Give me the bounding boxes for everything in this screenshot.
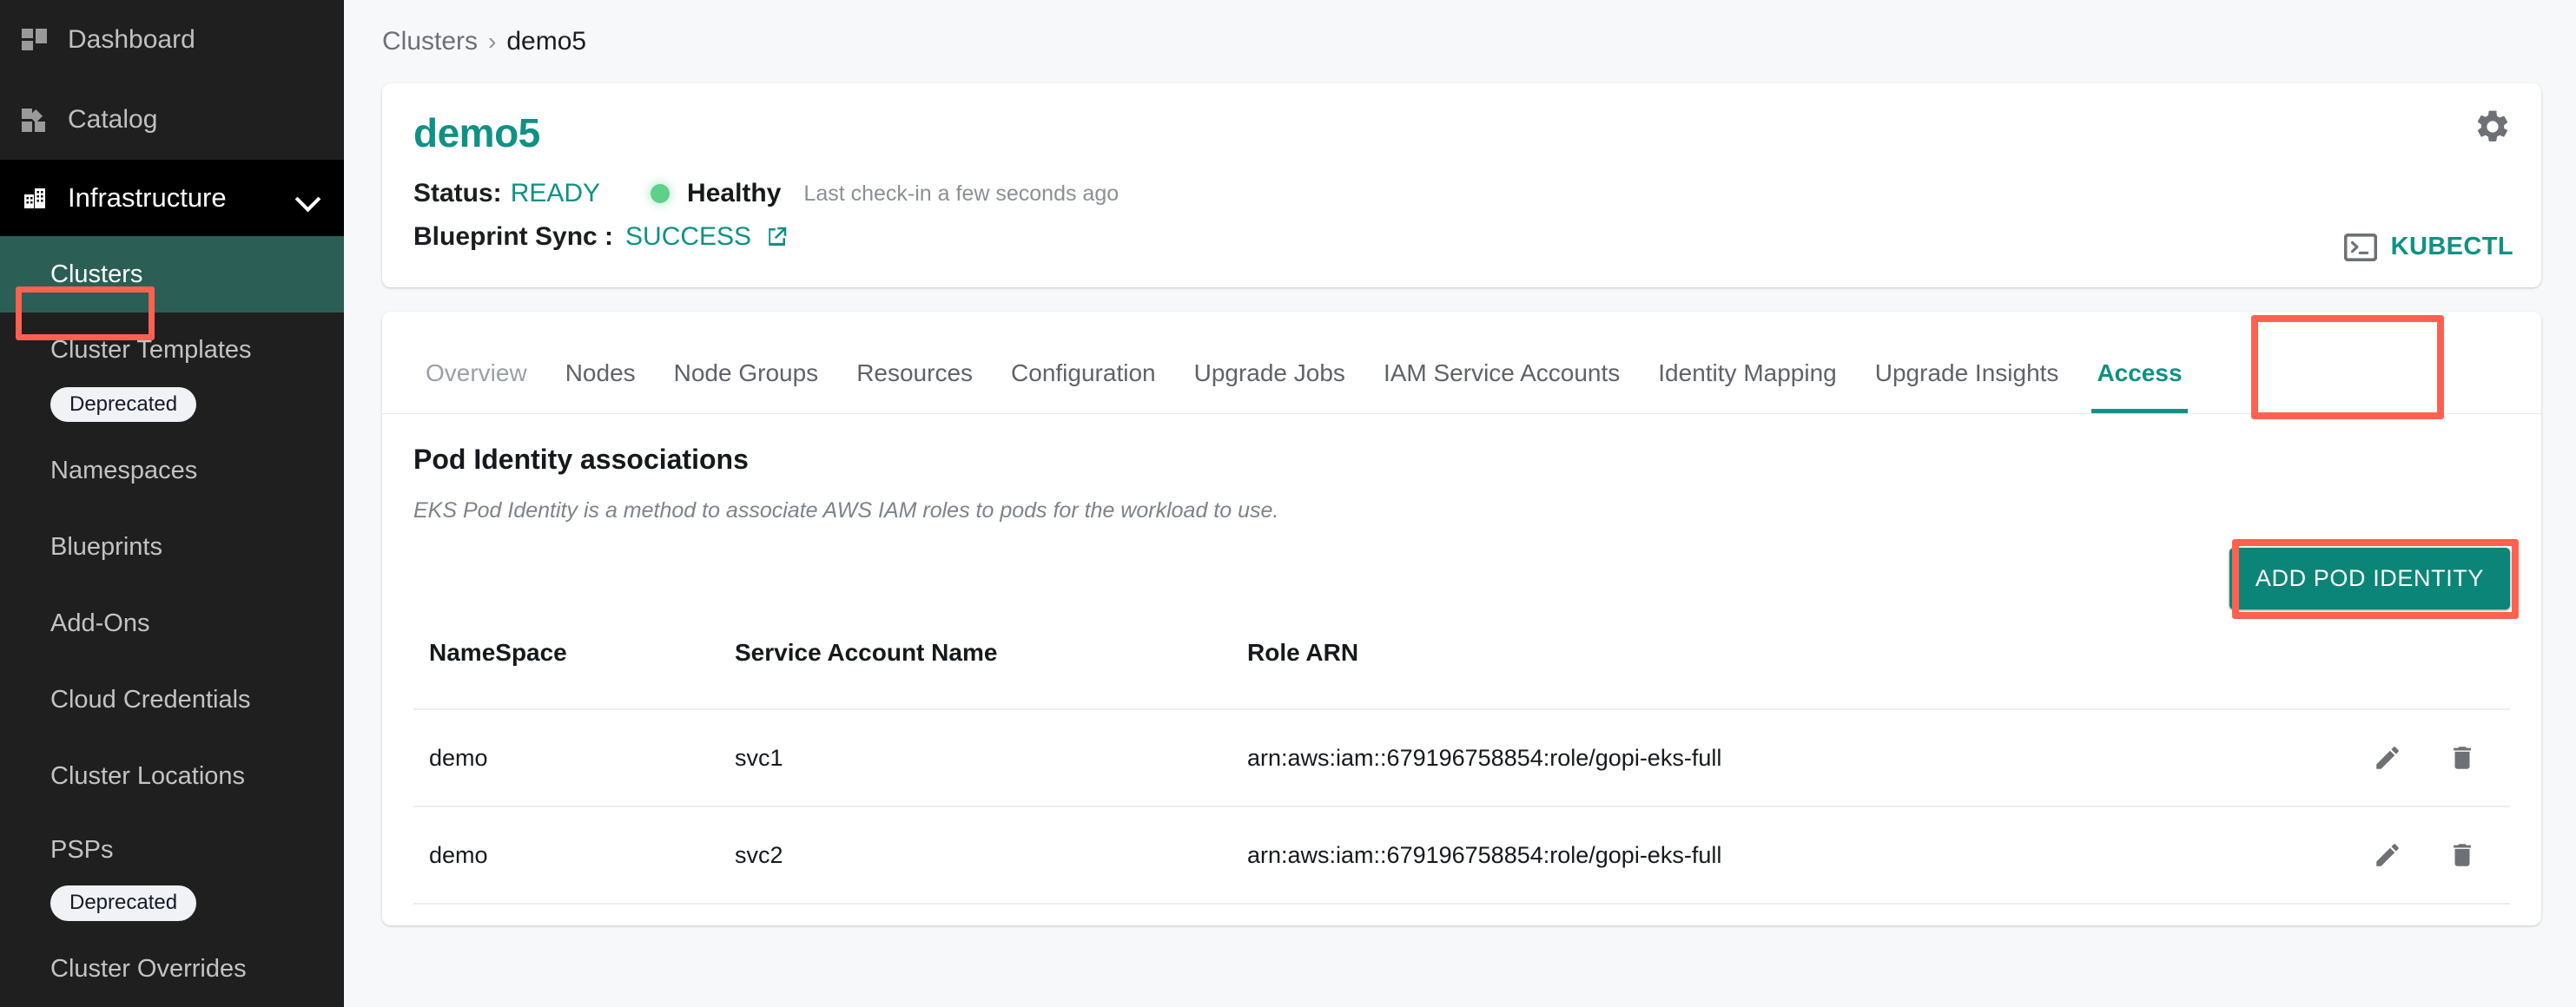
- sidebar-section-label: Infrastructure: [68, 182, 227, 213]
- sidebar-item-label: Cluster Templates: [50, 335, 252, 364]
- cell-actions: [2249, 806, 2510, 905]
- catalog-grid-icon: [19, 104, 50, 135]
- pencil-icon[interactable]: [2373, 840, 2402, 870]
- tab-upgrade-insights[interactable]: Upgrade Insights: [1856, 359, 2078, 413]
- cell-role-arn: arn:aws:iam::679196758854:role/gopi-eks-…: [1247, 708, 2249, 806]
- sidebar-item-label: Cluster Locations: [50, 761, 246, 790]
- building-icon: [19, 182, 50, 214]
- trash-icon[interactable]: [2447, 743, 2477, 773]
- cell-role-arn: arn:aws:iam::679196758854:role/gopi-eks-…: [1247, 806, 2249, 905]
- sidebar-item-cloud-credentials[interactable]: Cloud Credentials: [0, 661, 344, 738]
- tab-nodes[interactable]: Nodes: [546, 359, 655, 413]
- panel-description: EKS Pod Identity is a method to associat…: [413, 498, 1279, 523]
- sidebar-item-label: Catalog: [68, 105, 158, 134]
- breadcrumb-current: demo5: [506, 27, 587, 56]
- sidebar-item-cluster-locations[interactable]: Cluster Locations: [0, 738, 344, 814]
- cluster-status-row: Status: READY Healthy Last check-in a fe…: [413, 179, 2510, 208]
- sidebar-item-label: PSPs: [50, 835, 114, 864]
- add-pod-identity-button[interactable]: ADD POD IDENTITY: [2229, 548, 2510, 609]
- chevron-down-icon[interactable]: [297, 187, 320, 209]
- table-header-row: NameSpace Service Account Name Role ARN: [413, 639, 2510, 709]
- status-badge: Deprecated: [50, 387, 197, 423]
- health-text: Healthy: [687, 179, 782, 207]
- app-root: Dashboard Catalog Infrastructure Cluster…: [0, 0, 2576, 1007]
- kubectl-label: KUBECTL: [2390, 233, 2513, 260]
- tab-identity-mapping[interactable]: Identity Mapping: [1639, 359, 1855, 413]
- sidebar-section-infrastructure[interactable]: Infrastructure: [0, 160, 344, 236]
- tab-resources[interactable]: Resources: [837, 359, 992, 413]
- sidebar-item-cluster-overrides[interactable]: Cluster Overrides: [0, 931, 344, 1007]
- pod-identity-table: NameSpace Service Account Name Role ARN …: [413, 639, 2510, 905]
- tab-configuration[interactable]: Configuration: [992, 359, 1175, 413]
- tab-upgrade-jobs[interactable]: Upgrade Jobs: [1175, 359, 1364, 413]
- cell-actions: [2249, 708, 2510, 806]
- sidebar-item-blueprints[interactable]: Blueprints: [0, 509, 344, 585]
- trash-icon[interactable]: [2447, 840, 2477, 870]
- cell-namespace: demo: [413, 708, 735, 806]
- dashboard-grid-icon: [19, 24, 50, 56]
- sidebar-item-label: Clusters: [50, 260, 143, 288]
- sidebar-item-label: Dashboard: [68, 25, 195, 54]
- blueprint-sync-value[interactable]: SUCCESS: [625, 222, 751, 252]
- table-row: demo svc2 arn:aws:iam::679196758854:role…: [413, 806, 2510, 905]
- cluster-detail-card: Overview Nodes Node Groups Resources Con…: [382, 312, 2541, 925]
- sidebar-item-psps[interactable]: PSPs Deprecated: [0, 814, 344, 931]
- tab-access[interactable]: Access: [2077, 359, 2201, 413]
- sidebar-item-label: Blueprints: [50, 532, 162, 561]
- column-header-role-arn: Role ARN: [1247, 639, 1359, 666]
- table-row: demo svc1 arn:aws:iam::679196758854:role…: [413, 708, 2510, 806]
- tab-node-groups[interactable]: Node Groups: [655, 359, 838, 413]
- sidebar-item-dashboard[interactable]: Dashboard: [0, 0, 344, 80]
- sidebar-item-add-ons[interactable]: Add-Ons: [0, 585, 344, 661]
- external-link-icon[interactable]: [763, 224, 789, 250]
- gear-icon[interactable]: [2474, 108, 2512, 146]
- status-label: Status:: [413, 179, 502, 207]
- sidebar-item-clusters[interactable]: Clusters: [0, 236, 344, 313]
- sidebar-item-label: Cluster Overrides: [50, 955, 247, 984]
- column-header-actions: [2249, 639, 2510, 709]
- last-checkin-text: Last check-in a few seconds ago: [803, 181, 1120, 206]
- status-badge: Deprecated: [50, 885, 197, 921]
- kubectl-button[interactable]: KUBECTL: [2343, 233, 2513, 261]
- breadcrumb-separator: ›: [488, 28, 497, 55]
- sidebar-item-label: Cloud Credentials: [50, 685, 251, 714]
- sidebar-item-label: Add-Ons: [50, 609, 150, 637]
- pencil-icon[interactable]: [2373, 743, 2402, 773]
- column-header-service-account: Service Account Name: [735, 639, 998, 666]
- cell-service-account: svc1: [735, 708, 1247, 806]
- cell-namespace: demo: [413, 806, 735, 905]
- column-header-namespace: NameSpace: [429, 639, 567, 666]
- tab-overview[interactable]: Overview: [406, 359, 546, 413]
- tab-bar: Overview Nodes Node Groups Resources Con…: [382, 312, 2541, 414]
- panel-title: Pod Identity associations: [413, 444, 749, 475]
- sidebar-item-label: Namespaces: [50, 456, 198, 484]
- table-header: NameSpace Service Account Name Role ARN: [413, 639, 2510, 709]
- sidebar-item-catalog[interactable]: Catalog: [0, 80, 344, 160]
- cell-service-account: svc2: [735, 806, 1247, 905]
- breadcrumb: Clusters › demo5: [382, 0, 2541, 83]
- main-content: Clusters › demo5 demo5 Status: READY Hea…: [344, 0, 2576, 1007]
- table-body: demo svc1 arn:aws:iam::679196758854:role…: [413, 708, 2510, 905]
- terminal-icon: [2343, 233, 2377, 261]
- page-title: demo5: [413, 110, 540, 155]
- health-dot-icon: [651, 184, 670, 203]
- blueprint-sync-label: Blueprint Sync :: [413, 222, 614, 251]
- breadcrumb-link-clusters[interactable]: Clusters: [382, 27, 478, 56]
- tab-iam-service-accounts[interactable]: IAM Service Accounts: [1364, 359, 1639, 413]
- sidebar-item-cluster-templates[interactable]: Cluster Templates Deprecated: [0, 313, 344, 432]
- sidebar-item-namespaces[interactable]: Namespaces: [0, 432, 344, 509]
- panel-actions: ADD POD IDENTITY: [413, 539, 2519, 619]
- status-value: READY: [510, 179, 601, 207]
- sidebar: Dashboard Catalog Infrastructure Cluster…: [0, 0, 344, 1007]
- cluster-summary-card: demo5 Status: READY Healthy Last check-i…: [382, 83, 2541, 287]
- blueprint-sync-row: Blueprint Sync : SUCCESS: [413, 222, 2510, 252]
- pod-identity-panel: Pod Identity associations EKS Pod Identi…: [382, 414, 2541, 925]
